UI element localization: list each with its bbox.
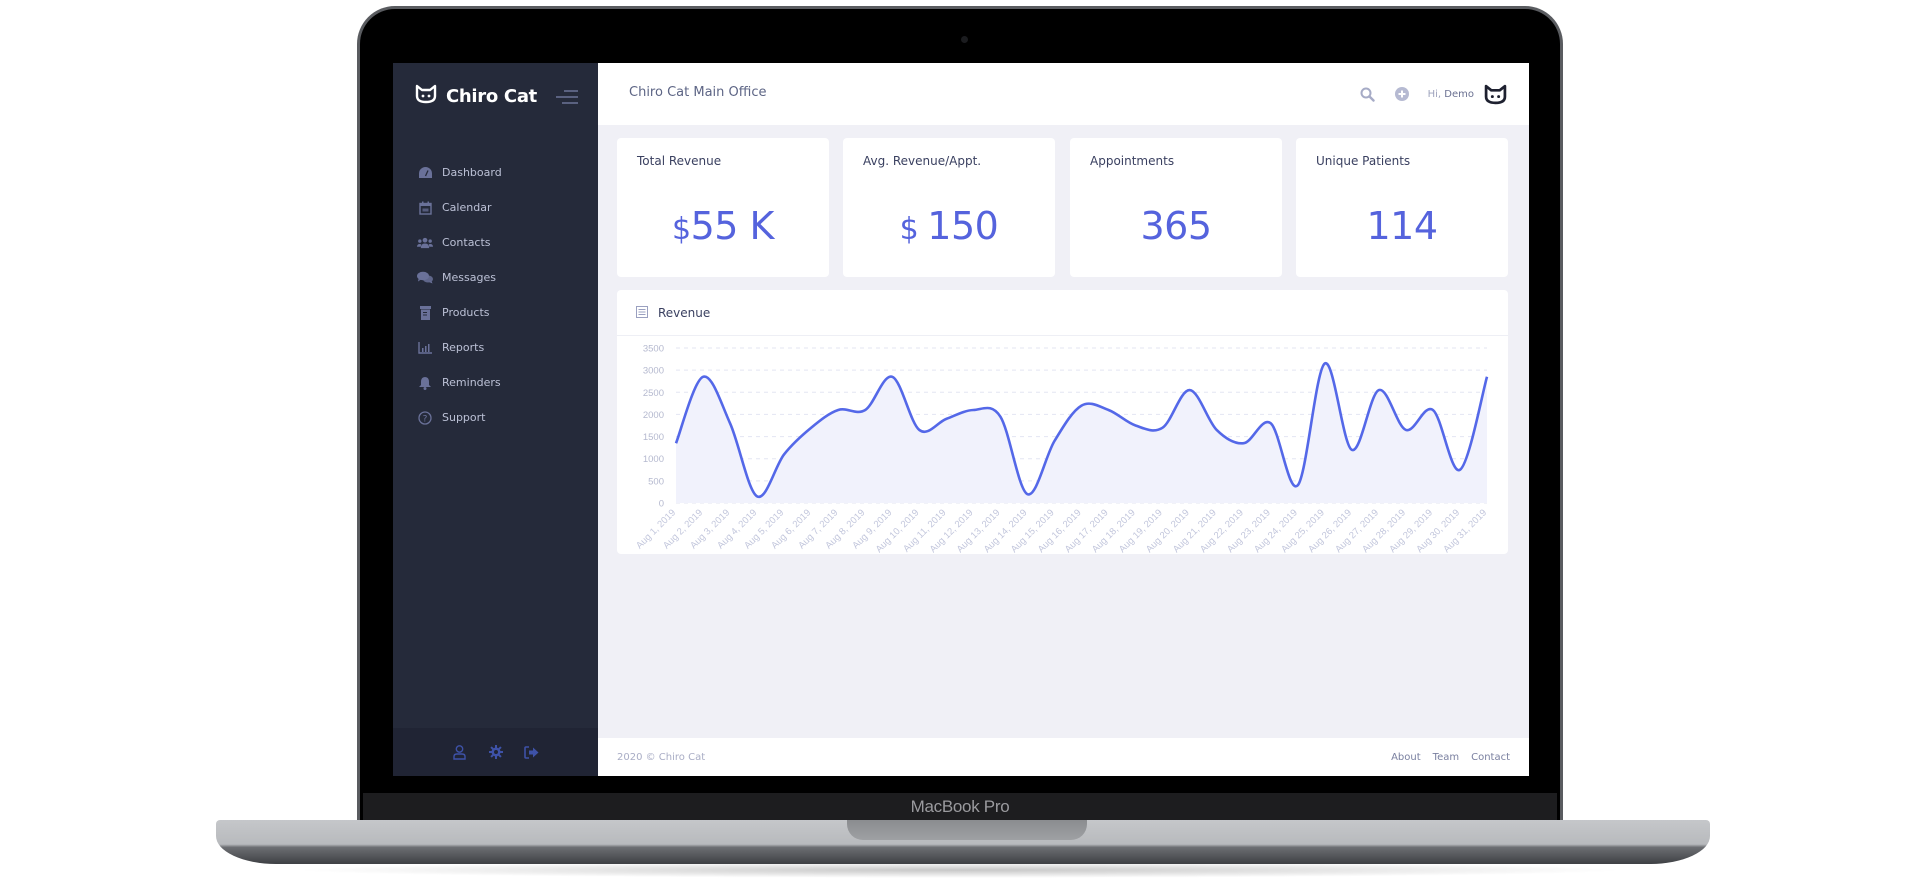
stat-label: Appointments [1090,154,1175,168]
laptop-chin: MacBook Pro [363,793,1557,821]
footer-link-team[interactable]: Team [1433,752,1459,763]
y-tick-label: 3500 [643,344,664,355]
help-icon: ? [417,410,433,426]
revenue-area [676,363,1487,503]
stat-value: $55 K [617,204,829,248]
sidebar-item-label: Products [442,306,490,319]
laptop-notch [847,820,1087,840]
stat-card-total-revenue: Total Revenue $55 K [617,138,829,277]
top-actions: Hi, Demo [1358,79,1507,109]
stat-label: Unique Patients [1316,154,1411,168]
stat-label: Total Revenue [637,154,722,168]
stat-number: 365 [1140,204,1212,248]
currency-symbol: $ [899,212,928,247]
revenue-card-header: Revenue [617,290,1508,336]
brand-name: Chiro Cat [446,85,537,107]
logout-icon[interactable] [524,744,540,760]
gear-icon[interactable] [488,744,504,760]
products-icon [417,305,433,321]
main-content: Chiro Cat Main Office Hi, Demo Total Rev… [598,63,1529,776]
revenue-title: Revenue [658,305,711,320]
list-icon [636,303,648,322]
top-bar: Chiro Cat Main Office Hi, Demo [598,63,1529,125]
stat-label: Avg. Revenue/Appt. [863,154,982,168]
office-name: Chiro Cat Main Office [629,85,767,100]
footer-link-about[interactable]: About [1391,752,1421,763]
sidebar-item-label: Dashboard [442,166,502,179]
sidebar-item-label: Reminders [442,376,501,389]
svg-text:?: ? [423,414,428,424]
stat-card-avg-revenue: Avg. Revenue/Appt. $ 150 [843,138,1055,277]
messages-icon [417,270,433,286]
sidebar-item-reports[interactable]: Reports [393,330,598,365]
sidebar-item-messages[interactable]: Messages [393,260,598,295]
sidebar-item-label: Reports [442,341,485,354]
y-tick-label: 2000 [643,410,664,421]
avatar[interactable] [1484,84,1507,105]
contacts-icon [417,235,433,251]
y-tick-label: 500 [648,476,664,487]
calendar-icon [417,200,433,216]
revenue-card: Revenue 0 500 1000 1500 2000 2500 3000 3500 Aug … [617,290,1508,554]
revenue-chart: 0500100015002000250030003500Aug 1, 2019A… [634,344,1489,555]
stat-value: $ 150 [843,204,1055,248]
stat-card-appointments: Appointments 365 [1070,138,1282,277]
search-icon[interactable] [1358,84,1378,104]
sidebar-item-dashboard[interactable]: Dashboard [393,155,598,190]
y-tick-label: 3000 [643,366,664,377]
currency-symbol: $ [672,212,691,247]
camera [961,36,968,43]
y-tick-label: 0 [659,499,664,510]
device-label: MacBook Pro [910,797,1010,816]
stat-card-unique-patients: Unique Patients 114 [1296,138,1508,277]
sidebar-item-contacts[interactable]: Contacts [393,225,598,260]
stat-value: 114 [1296,204,1508,248]
dashboard-icon [417,165,433,181]
sidebar-footer [393,728,598,776]
cat-logo-icon [415,84,437,108]
sidebar-item-label: Support [442,411,486,424]
sidebar: Chiro Cat Dashboard Calendar Contacts Me… [393,63,598,776]
copyright: 2020 © Chiro Cat [617,751,706,763]
menu-toggle-icon[interactable] [556,89,578,105]
footer: 2020 © Chiro Cat About Team Contact [598,738,1529,776]
screen: Chiro Cat Dashboard Calendar Contacts Me… [393,63,1529,776]
y-tick-label: 2500 [643,388,664,399]
user-name: Demo [1444,88,1474,100]
sidebar-item-reminders[interactable]: Reminders [393,365,598,400]
stat-number: 114 [1366,204,1438,248]
sidebar-item-label: Contacts [442,236,491,249]
sidebar-item-products[interactable]: Products [393,295,598,330]
user-greeting[interactable]: Hi, Demo [1428,89,1474,100]
stat-number: 55 K [690,204,775,248]
reports-icon [417,340,433,356]
footer-link-contact[interactable]: Contact [1471,752,1510,763]
sidebar-nav: Dashboard Calendar Contacts Messages Pro… [393,155,598,435]
bell-icon [417,375,433,391]
y-tick-label: 1000 [643,454,664,465]
y-tick-label: 1500 [643,432,664,443]
sidebar-item-support[interactable]: ? Support [393,400,598,435]
sidebar-item-label: Messages [442,271,496,284]
brand[interactable]: Chiro Cat [415,81,537,111]
sidebar-item-calendar[interactable]: Calendar [393,190,598,225]
stat-number: 150 [927,204,999,248]
sidebar-item-label: Calendar [442,201,492,214]
stat-value: 365 [1070,204,1282,248]
laptop-shadow [290,862,1630,878]
add-icon[interactable] [1392,84,1412,104]
footer-links: About Team Contact [1391,752,1510,763]
user-icon[interactable] [452,744,468,760]
greeting-prefix: Hi, [1427,88,1442,100]
